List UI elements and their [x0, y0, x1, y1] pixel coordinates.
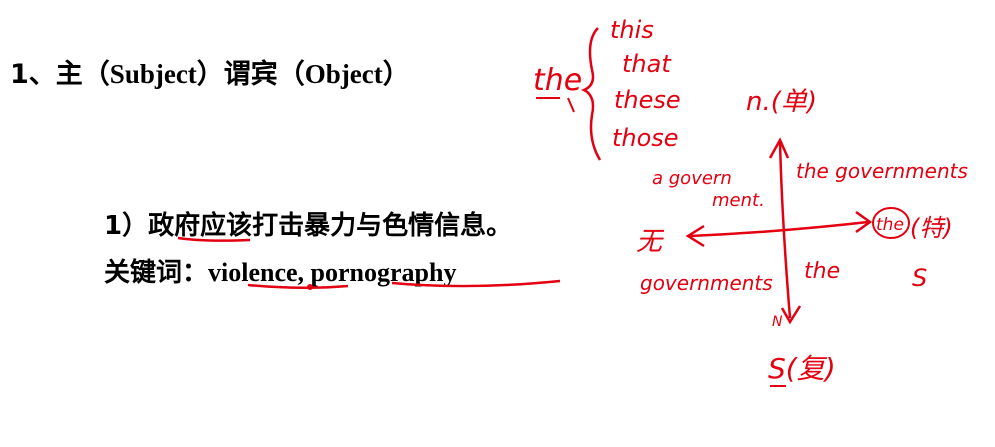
quad-bottom-right: the [804, 259, 840, 284]
horizontal-axis [689, 220, 869, 238]
label-plural: S(复) [768, 352, 836, 385]
underline-violence [247, 283, 349, 290]
axis-n: N [772, 314, 783, 330]
right-article: the [876, 215, 904, 235]
quad-top-right: the governments [796, 159, 968, 183]
handwritten-annotations: the this that these those n.(单) S(复) 无 t… [177, 16, 968, 387]
label-singular: n.(单) [746, 87, 817, 117]
option-those: those [612, 124, 679, 152]
quad-top-left-1: a govern [652, 168, 732, 189]
dot-mark [307, 284, 313, 290]
option-that: that [622, 50, 672, 78]
option-these: these [614, 86, 681, 114]
arrow-down-icon [780, 305, 802, 325]
underline-government [177, 236, 251, 242]
the-determiner: the [533, 63, 582, 98]
underline-pornography [391, 279, 561, 288]
right-s: S [912, 264, 927, 292]
quad-bottom-left: governments [640, 271, 773, 295]
label-specific: (特) [910, 214, 953, 242]
the-underline [536, 97, 575, 113]
quad-top-left-2: ment. [712, 190, 765, 211]
option-this: this [610, 16, 654, 44]
label-none: 无 [636, 227, 665, 257]
brace-icon [581, 27, 602, 161]
